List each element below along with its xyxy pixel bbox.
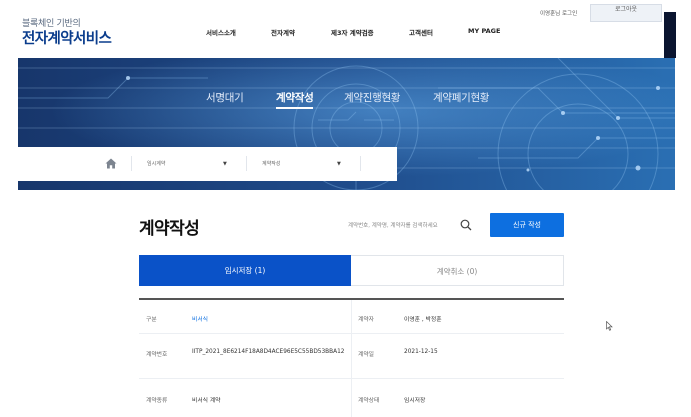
value-contract-status: 임시저장 [404, 398, 426, 404]
gnb-item-e-contract[interactable]: 전자계약 [271, 27, 295, 37]
hero-tab-contract-disposal[interactable]: 계약폐기현황 [433, 90, 489, 105]
search-input[interactable]: 계약번호, 계약명, 계약자를 검색하세요 [344, 214, 477, 236]
value-category[interactable]: 비서식 [192, 314, 208, 323]
row-divider [139, 333, 564, 334]
label-contract-date: 계약일 [358, 352, 374, 358]
gnb-item-service-intro[interactable]: 서비스소개 [206, 27, 236, 37]
hero-tab-contract-progress[interactable]: 계약진행현황 [344, 90, 400, 105]
gnb-item-third-party-verify[interactable]: 제3자 계약검증 [331, 27, 374, 37]
label-contract-type: 계약종류 [146, 398, 168, 404]
gnb-item-my-page[interactable]: MY PAGE [468, 27, 500, 35]
page-title: 계약작성 [139, 219, 200, 239]
tab-cancel[interactable]: 계약취소 (0) [351, 255, 564, 286]
global-nav: 서비스소개 전자계약 제3자 계약검증 고객센터 MY PAGE [0, 27, 691, 39]
search-placeholder: 계약번호, 계약명, 계약자를 검색하세요 [348, 223, 438, 229]
breadcrumb-divider [246, 156, 247, 171]
label-contractor: 계약자 [358, 317, 374, 323]
label-category: 구분 [146, 317, 157, 323]
breadcrumb: 임시계약 ▼ 계약작성 ▼ [18, 147, 397, 181]
label-contract-number: 계약번호 [146, 352, 168, 358]
side-panel-edge [664, 12, 676, 58]
row-divider [139, 378, 564, 379]
breadcrumb-level2-label[interactable]: 계약작성 [262, 160, 280, 167]
mouse-cursor-icon [606, 321, 613, 331]
new-contract-button[interactable]: 신규 작성 [490, 213, 564, 237]
value-contractor: 이영훈 , 박정훈 [404, 317, 442, 323]
value-contract-type: 비서식 계약 [192, 398, 221, 404]
chevron-down-icon[interactable]: ▼ [223, 161, 227, 167]
breadcrumb-divider [131, 156, 132, 171]
value-contract-date: 2021-12-15 [404, 349, 438, 355]
label-contract-status: 계약상태 [358, 398, 380, 404]
home-icon[interactable] [105, 158, 117, 169]
gnb-item-customer-center[interactable]: 고객센터 [409, 27, 433, 37]
chevron-down-icon[interactable]: ▼ [337, 161, 341, 167]
hero-tab-sign-waiting[interactable]: 서명대기 [206, 90, 244, 105]
logout-button[interactable]: 로그아웃 [590, 4, 662, 22]
breadcrumb-level1-label[interactable]: 임시계약 [147, 160, 165, 167]
breadcrumb-divider [360, 156, 361, 171]
hero-tab-contract-write[interactable]: 계약작성 [276, 90, 314, 109]
value-contract-number: IITP_2021_8E6214F18A8D4ACE96E5C55BD53BBA… [192, 349, 345, 355]
search-icon[interactable] [460, 219, 472, 231]
user-greeting: 이영훈님 로그인 [540, 11, 578, 17]
table-column-divider [351, 300, 352, 417]
tab-draft[interactable]: 임시저장 (1) [139, 255, 351, 286]
